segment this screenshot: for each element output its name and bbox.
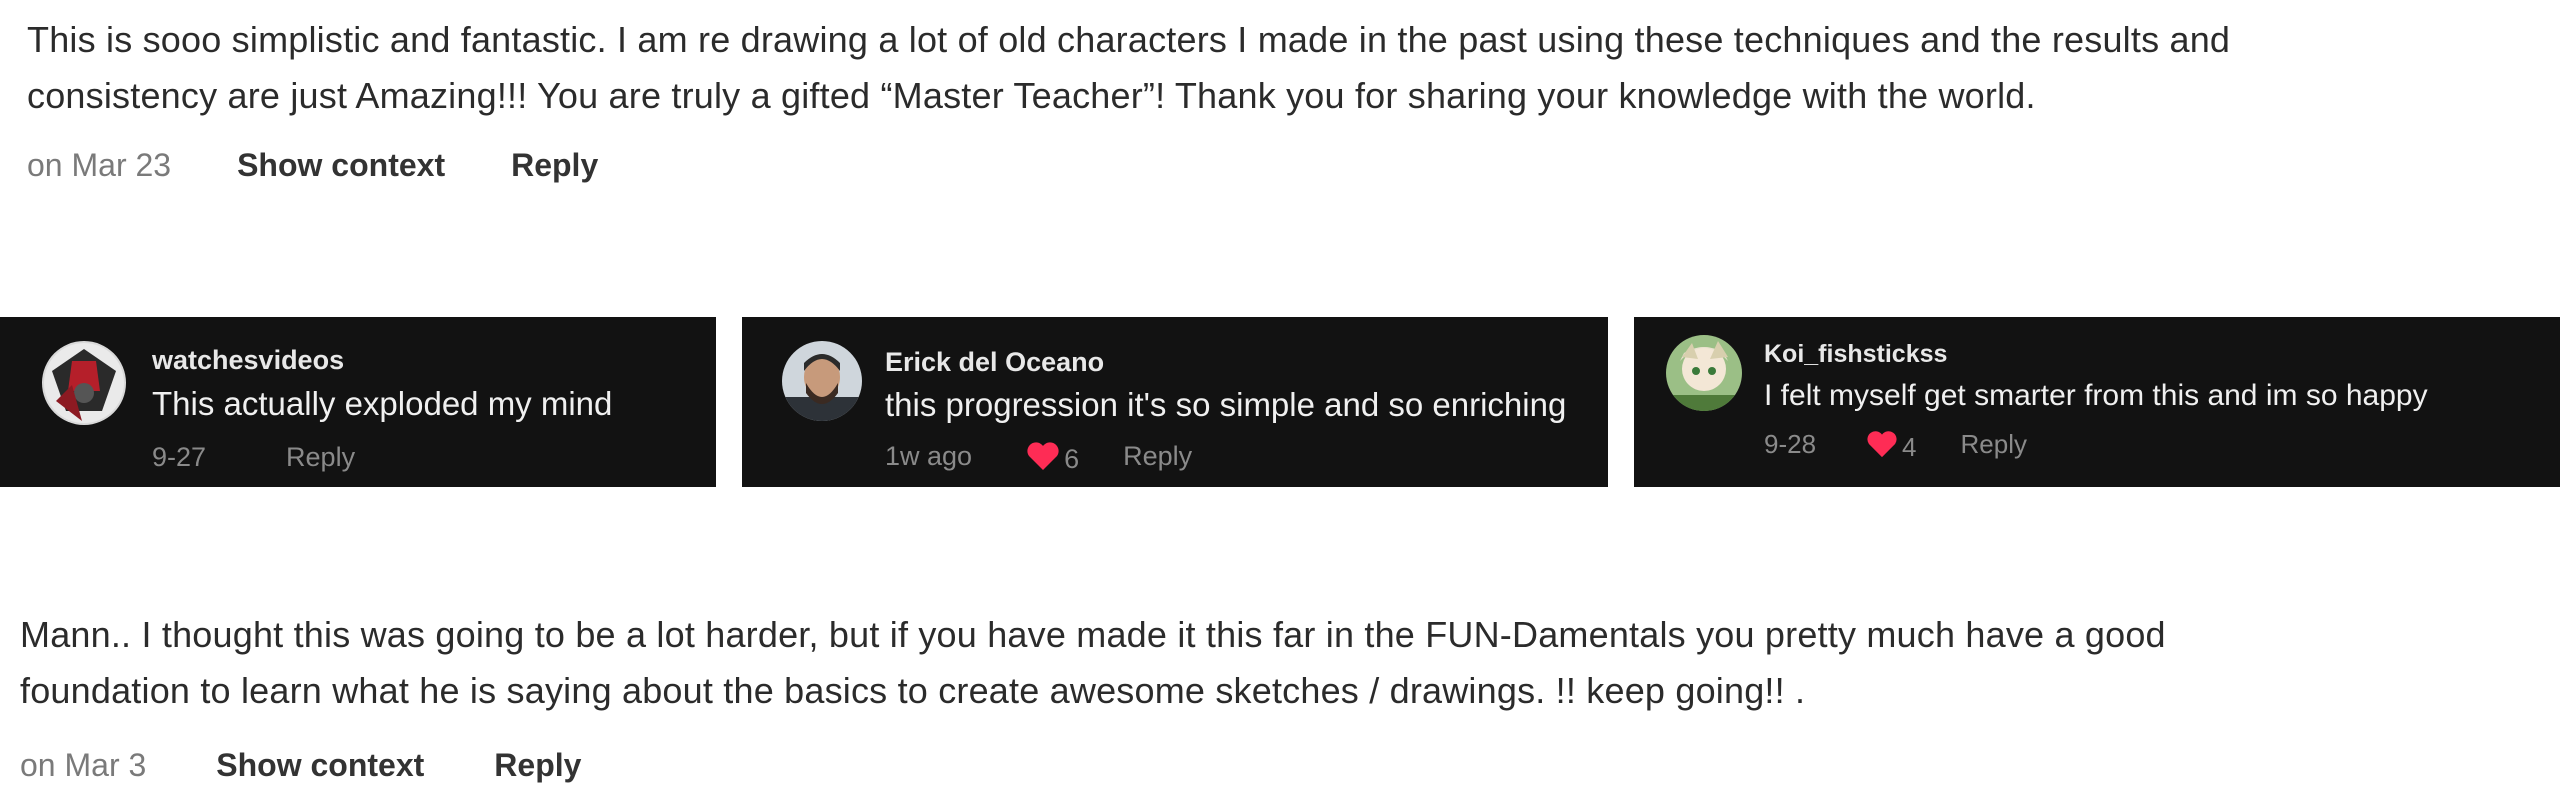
reply-button[interactable]: Reply — [511, 147, 598, 184]
username[interactable]: Koi_fishstickss — [1764, 340, 1947, 369]
comment-meta: on Mar 3 Show context Reply — [20, 747, 581, 784]
comment-date: on Mar 23 — [27, 147, 172, 183]
username[interactable]: watchesvideos — [152, 345, 344, 376]
comment-meta: 9-28 4 Reply — [1764, 424, 2027, 465]
comment-text: This actually exploded my mind — [152, 385, 613, 422]
avatar[interactable] — [42, 341, 126, 425]
comment-text: I felt myself get smarter from this and … — [1764, 379, 2428, 412]
comment-card: Erick del Oceano this progression it's s… — [742, 317, 1608, 487]
show-context-button[interactable]: Show context — [237, 147, 445, 184]
like-count: 6 — [1064, 444, 1080, 474]
comment-date: on Mar 3 — [20, 747, 147, 783]
reply-button[interactable]: Reply — [1961, 429, 2027, 460]
comment-text: This is sooo simplistic and fantastic. I… — [27, 19, 2231, 116]
avatar[interactable] — [1666, 335, 1742, 411]
comment-date: 9-27 — [152, 442, 207, 472]
comment-card: Koi_fishstickss I felt myself get smarte… — [1634, 317, 2560, 487]
username[interactable]: Erick del Oceano — [885, 347, 1104, 378]
avatar[interactable] — [782, 341, 862, 421]
comment-text: this progression it's so simple and so e… — [885, 386, 1567, 423]
like-count: 4 — [1902, 432, 1917, 462]
comment-text: Mann.. I thought this was going to be a … — [20, 614, 2166, 711]
comment-meta: 1w ago 6 Reply — [885, 435, 1192, 478]
comment-date: 9-28 — [1764, 429, 1817, 459]
comment-meta: on Mar 23 Show context Reply — [27, 147, 598, 184]
heart-icon[interactable] — [1866, 430, 1898, 465]
comment-card: watchesvideos This actually exploded my … — [0, 317, 716, 487]
reply-button[interactable]: Reply — [1123, 441, 1192, 472]
reply-button[interactable]: Reply — [286, 442, 355, 473]
comment-meta: 9-27 Reply — [152, 442, 355, 473]
comment-date: 1w ago — [885, 441, 973, 471]
show-context-button[interactable]: Show context — [216, 747, 424, 784]
reply-button[interactable]: Reply — [494, 747, 581, 784]
heart-icon[interactable] — [1026, 441, 1060, 478]
